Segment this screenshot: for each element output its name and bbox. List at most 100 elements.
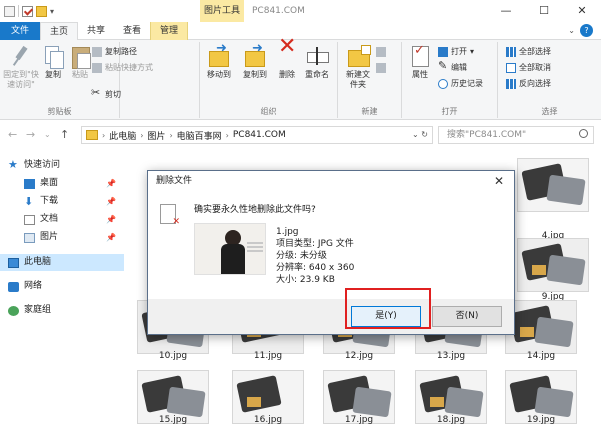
tab-manage[interactable]: 管理 bbox=[150, 22, 189, 40]
nav-this-pc[interactable]: 此电脑 bbox=[0, 254, 124, 271]
pin-icon[interactable]: 📌 bbox=[106, 211, 116, 228]
move-to-icon bbox=[207, 44, 231, 68]
pictures-icon bbox=[24, 232, 35, 243]
new-folder-button[interactable]: 新建文件夹 bbox=[344, 44, 372, 90]
invert-selection-button[interactable]: 反向选择 bbox=[506, 78, 551, 90]
organize-group: 移动到 复制到 删除 重命名 组织 bbox=[200, 42, 338, 118]
edit-button[interactable]: 编辑 bbox=[438, 60, 467, 74]
breadcrumb-pc841-com[interactable]: PC841.COM bbox=[233, 130, 286, 140]
pin-icon[interactable]: 📌 bbox=[106, 175, 116, 192]
tab-share[interactable]: 共享 bbox=[78, 22, 114, 40]
delete-button[interactable]: 删除 bbox=[274, 42, 300, 80]
breadcrumb-pictures[interactable]: 图片 bbox=[147, 129, 165, 142]
up-arrow-icon[interactable]: ↑ bbox=[60, 128, 69, 141]
open-group-label: 打开 bbox=[441, 107, 458, 116]
file-thumbnail[interactable] bbox=[517, 158, 589, 212]
nav-item-label: 文档 bbox=[40, 214, 59, 224]
desktop-icon bbox=[24, 178, 35, 189]
file-name-value: 1.jpg bbox=[276, 227, 299, 237]
paste-button[interactable]: 粘贴 bbox=[66, 44, 94, 80]
star-icon bbox=[8, 156, 19, 173]
nav-item-downloads[interactable]: 下载 📌 bbox=[0, 193, 124, 210]
open-dropdown-icon[interactable]: ▾ bbox=[470, 46, 474, 58]
select-group: 全部选择 全部取消 反向选择 选择 bbox=[498, 42, 601, 118]
file-name[interactable]: 16.jpg bbox=[232, 415, 304, 425]
history-button[interactable]: 历史记录 bbox=[438, 78, 483, 90]
nav-item-desktop[interactable]: 桌面 📌 bbox=[0, 175, 124, 192]
file-name[interactable]: 18.jpg bbox=[415, 415, 487, 425]
qat-dropdown-icon[interactable]: ▾ bbox=[50, 7, 54, 16]
nav-item-label: 图片 bbox=[40, 232, 59, 242]
file-name[interactable]: 19.jpg bbox=[505, 415, 577, 425]
copy-path-icon bbox=[92, 47, 102, 57]
tab-view[interactable]: 查看 bbox=[114, 22, 150, 40]
back-arrow-icon[interactable]: ← bbox=[8, 128, 17, 141]
file-name[interactable]: 17.jpg bbox=[323, 415, 395, 425]
file-type-value: 项目类型: JPG 文件 bbox=[276, 239, 354, 249]
chevron-right-icon[interactable]: › bbox=[102, 131, 105, 140]
copy-to-button[interactable]: 复制到 bbox=[238, 44, 272, 80]
nav-quick-access[interactable]: 快速访问 bbox=[0, 156, 124, 174]
nav-item-documents[interactable]: 文档 📌 bbox=[0, 211, 124, 228]
dialog-close-icon[interactable]: ✕ bbox=[489, 171, 509, 192]
file-thumbnail[interactable] bbox=[517, 238, 589, 292]
breadcrumb-this-pc[interactable]: 此电脑 bbox=[109, 129, 136, 142]
paste-label: 粘贴 bbox=[72, 70, 88, 79]
nav-quick-access-label: 快速访问 bbox=[24, 160, 61, 170]
select-none-button[interactable]: 全部取消 bbox=[506, 62, 551, 74]
file-thumbnail[interactable] bbox=[505, 300, 577, 354]
select-all-button[interactable]: 全部选择 bbox=[506, 46, 551, 58]
copy-button[interactable]: 复制 bbox=[40, 44, 66, 80]
minimize-button[interactable]: — bbox=[487, 0, 525, 22]
new-folder-qat-icon[interactable] bbox=[36, 5, 47, 17]
rename-icon bbox=[305, 44, 329, 68]
history-icon bbox=[438, 79, 448, 89]
chevron-right-icon[interactable]: › bbox=[226, 131, 229, 140]
collapse-ribbon-icon[interactable]: ⌄ bbox=[568, 26, 575, 35]
nav-network[interactable]: 网络 bbox=[0, 278, 124, 295]
properties-label: 属性 bbox=[412, 70, 428, 79]
folder-icon bbox=[86, 130, 98, 140]
search-icon[interactable] bbox=[579, 129, 588, 138]
no-button[interactable]: 否(N) bbox=[432, 306, 502, 327]
pin-icon[interactable]: 📌 bbox=[106, 229, 116, 246]
maximize-button[interactable]: ☐ bbox=[525, 0, 563, 22]
app-icon[interactable] bbox=[4, 5, 15, 17]
delete-icon bbox=[275, 42, 299, 68]
new-item-button[interactable] bbox=[376, 46, 386, 58]
help-icon[interactable]: ? bbox=[580, 24, 593, 37]
close-button[interactable]: ✕ bbox=[563, 0, 601, 22]
file-name[interactable]: 14.jpg bbox=[505, 351, 577, 361]
title-bar: ▾ 图片工具 PC841.COM — ☐ ✕ bbox=[0, 0, 601, 22]
pin-icon[interactable]: 📌 bbox=[106, 193, 116, 210]
properties-button[interactable]: 属性 bbox=[406, 44, 434, 80]
file-preview-image bbox=[194, 223, 266, 275]
nav-item-pictures[interactable]: 图片 📌 bbox=[0, 229, 124, 246]
new-folder-icon bbox=[346, 44, 371, 68]
file-name[interactable]: 15.jpg bbox=[137, 415, 209, 425]
open-button[interactable]: 打开 ▾ bbox=[438, 46, 474, 58]
file-name[interactable]: 10.jpg bbox=[137, 351, 209, 361]
address-bar[interactable]: › 此电脑 › 图片 › 电脑百事网 › PC841.COM bbox=[81, 126, 433, 144]
file-name[interactable]: 11.jpg bbox=[232, 351, 304, 361]
pin-to-quick-access-button[interactable]: 固定到"快速访问" bbox=[2, 44, 40, 90]
nav-homegroup[interactable]: 家庭组 bbox=[0, 302, 124, 319]
move-to-button[interactable]: 移动到 bbox=[202, 44, 236, 80]
edit-icon bbox=[438, 60, 448, 73]
chevron-right-icon[interactable]: › bbox=[169, 131, 172, 140]
rename-button[interactable]: 重命名 bbox=[300, 44, 334, 80]
search-input[interactable]: 搜索"PC841.COM" bbox=[438, 126, 594, 144]
properties-qat-icon[interactable] bbox=[22, 5, 33, 17]
cut-button[interactable]: 剪切 bbox=[91, 87, 121, 101]
recent-locations-icon[interactable]: ⌄ bbox=[44, 130, 51, 139]
file-name[interactable]: 13.jpg bbox=[415, 351, 487, 361]
easy-access-button[interactable] bbox=[376, 62, 386, 74]
tab-file[interactable]: 文件 bbox=[0, 22, 40, 40]
file-name[interactable]: 12.jpg bbox=[323, 351, 395, 361]
breadcrumb-pc841-folder[interactable]: 电脑百事网 bbox=[177, 129, 222, 142]
address-dropdown-and-refresh-icon[interactable]: ⌄ ↻ bbox=[412, 130, 428, 139]
chevron-right-icon[interactable]: › bbox=[140, 131, 143, 140]
tab-home[interactable]: 主页 bbox=[40, 22, 79, 40]
download-icon bbox=[24, 193, 35, 210]
forward-arrow-icon[interactable]: → bbox=[26, 128, 35, 141]
